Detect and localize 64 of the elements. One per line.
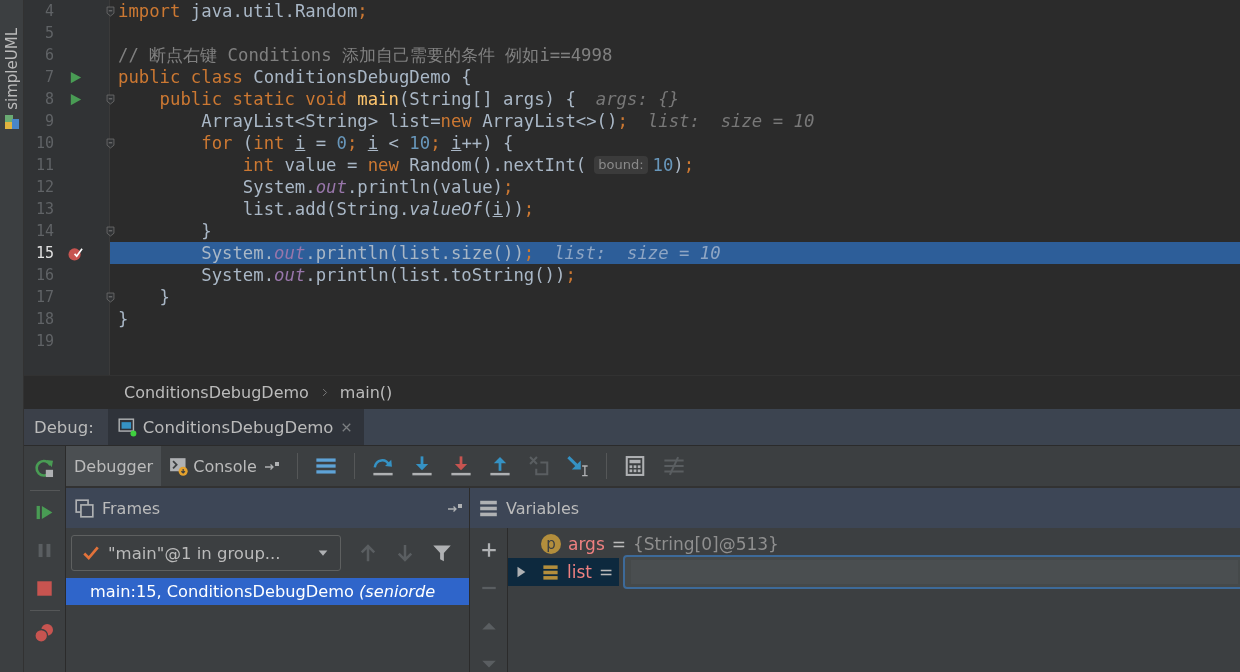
fold-icon[interactable] <box>105 290 116 304</box>
frames-icon <box>75 498 94 518</box>
equals-sign: = <box>598 562 614 582</box>
calculator-icon[interactable] <box>623 455 646 477</box>
view-tab[interactable]: Debugger <box>66 446 162 486</box>
variable-row[interactable]: list = <box>508 558 620 586</box>
thread-dropdown[interactable]: "main"@1 in group... <box>71 535 341 571</box>
code-line: // 断点右键 Conditions 添加自己需要的条件 例如i==4998 <box>118 44 613 66</box>
code-line: list.add(String.valueOf(i)); <box>241 198 535 220</box>
fold-icon[interactable] <box>105 92 116 106</box>
panel-title: Frames <box>102 498 161 518</box>
value-input-field[interactable] <box>623 555 1240 589</box>
code-line: 10); <box>652 154 695 176</box>
code-line: public class ConditionsDebugDemo { <box>118 66 472 88</box>
breakpoints-icon[interactable] <box>34 622 55 643</box>
line-number: 15 <box>34 243 54 264</box>
parameter-marker: p <box>541 534 561 554</box>
field-icon <box>541 562 560 582</box>
code-line: int value = new Random().nextInt( <box>241 154 587 176</box>
fold-icon[interactable] <box>105 224 116 238</box>
code-line: } <box>200 220 212 242</box>
stop-icon[interactable] <box>34 578 55 599</box>
code-line: import java.util.Random; <box>118 0 368 22</box>
variables-icon <box>479 498 498 518</box>
code-line: System.out.println(value); <box>241 176 514 198</box>
breakpoint-icon[interactable] <box>67 245 83 261</box>
plugin-icon <box>3 113 20 130</box>
fold-icon[interactable] <box>105 136 116 150</box>
filter-icon[interactable] <box>432 543 452 563</box>
code-line: } <box>118 308 129 330</box>
code-line: System.out.println(list.toString()); <box>200 264 576 286</box>
fold-icon[interactable] <box>105 4 116 18</box>
console-icon <box>169 456 190 476</box>
code-line: ArrayList<String> list=new ArrayList<>(); <box>200 110 628 132</box>
rerun-icon[interactable] <box>34 458 55 479</box>
equals-sign: = <box>611 534 626 554</box>
parameter-hint: bound: <box>594 156 648 174</box>
panel-title: Variables <box>506 498 580 518</box>
execution-point-icon[interactable] <box>314 455 337 477</box>
code-line: public static void main(String[] args) { <box>158 88 576 110</box>
debug-tab[interactable]: ConditionsDebugDemo <box>107 409 365 445</box>
code-line: for (int i = 0; i < 10; i++) { <box>200 132 514 154</box>
step-out-icon[interactable] <box>488 455 511 477</box>
variable-name: args <box>568 534 605 554</box>
view-tab[interactable]: Console <box>161 446 265 486</box>
inline-hint: list: size = 10 <box>554 242 721 264</box>
run-to-cursor-icon[interactable] <box>566 455 589 477</box>
inline-hint: list: size = 10 <box>647 110 815 132</box>
tool-window-label[interactable]: simpleUML <box>2 28 21 110</box>
check-icon <box>82 544 100 562</box>
window-icon <box>117 417 137 437</box>
code-line: System.out.println(list.size()); <box>200 242 535 264</box>
breadcrumb[interactable]: main() <box>339 382 393 402</box>
variable-row[interactable]: p args = {String[0]@513} <box>508 530 785 558</box>
breadcrumb[interactable]: ConditionsDebugDemo <box>124 382 309 402</box>
step-into-icon[interactable] <box>410 455 433 477</box>
inline-hint: args: {} <box>595 88 680 110</box>
code-line: } <box>158 286 171 308</box>
variable-value: {String[0]@513} <box>633 534 779 554</box>
force-step-into-icon[interactable] <box>449 455 472 477</box>
variable-name: list <box>567 562 592 582</box>
panel-label: Debug: <box>24 409 108 445</box>
add-icon[interactable] <box>479 541 498 559</box>
frame-item[interactable]: main:15, ConditionsDebugDemo (seniorde <box>66 578 469 605</box>
